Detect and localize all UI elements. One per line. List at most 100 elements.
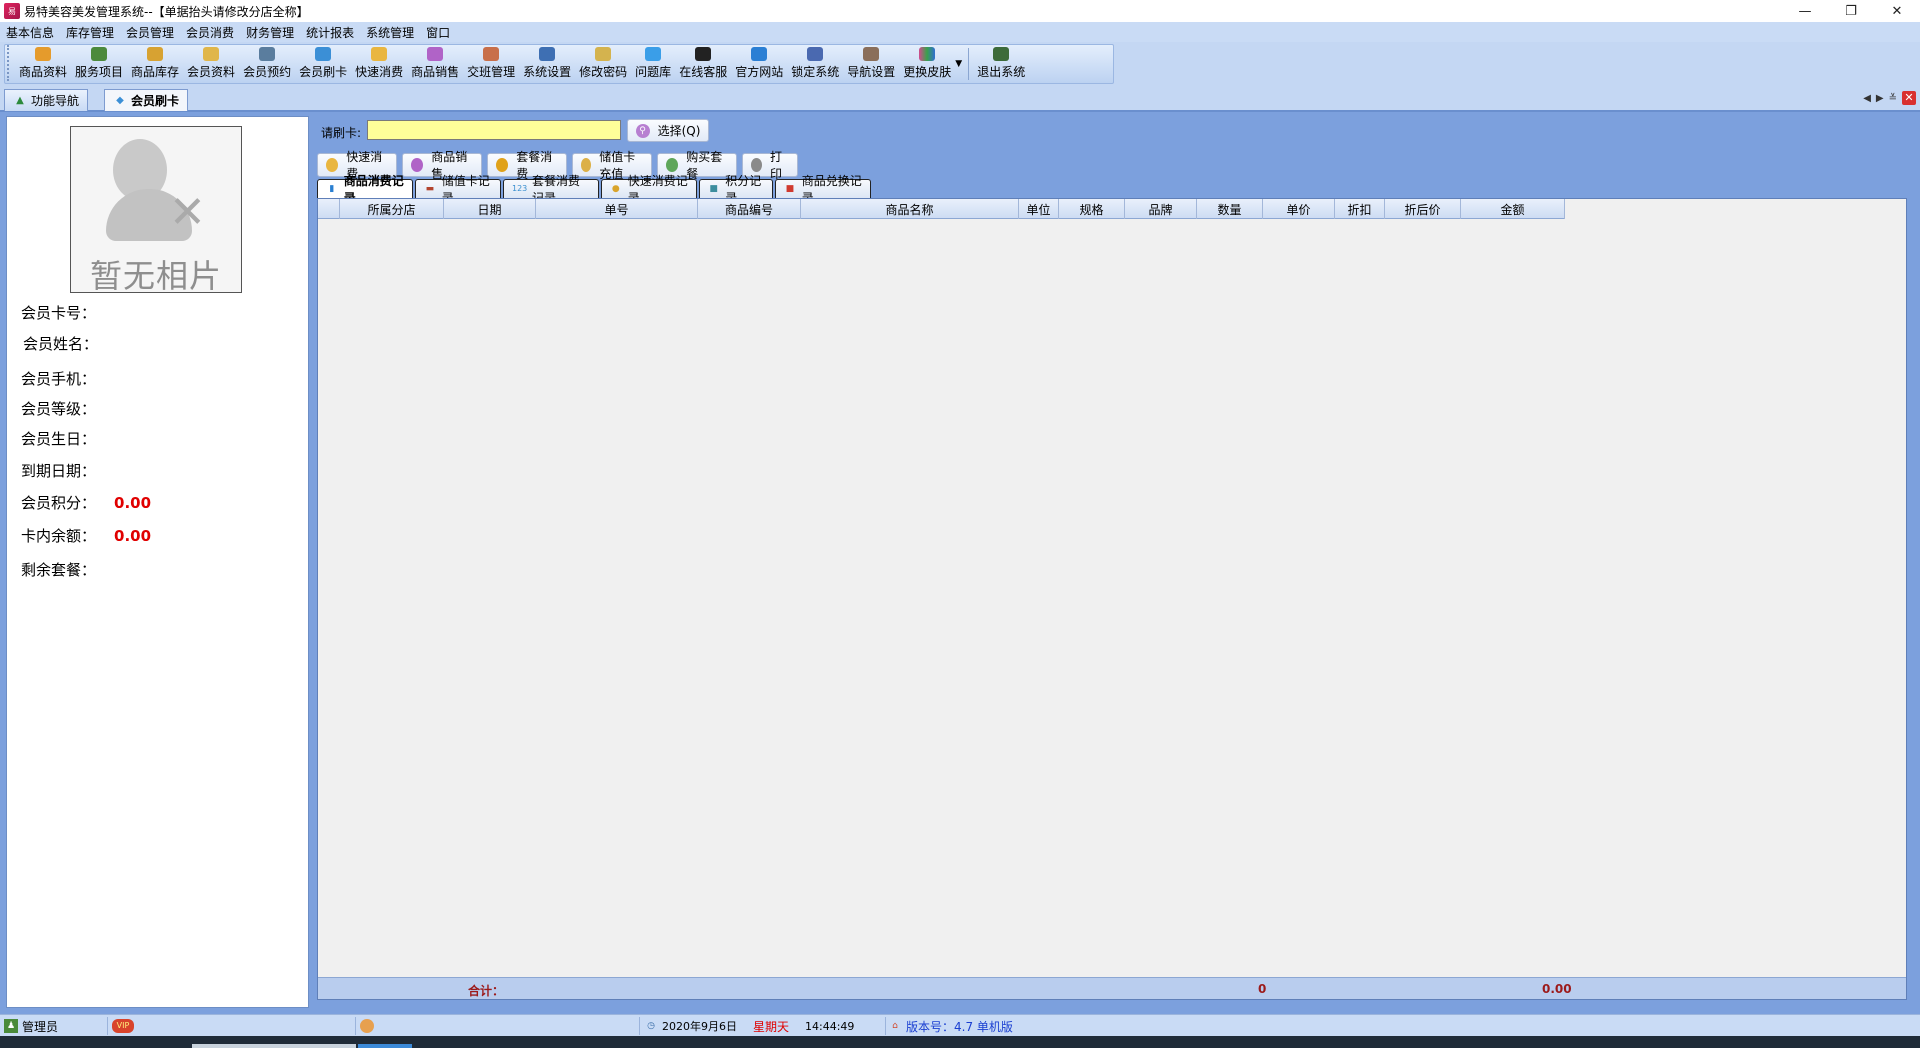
lock-monitor-icon [807, 47, 824, 61]
toolbar-faq-button[interactable]: 问题库 [631, 45, 675, 83]
tab-product-exchange-records[interactable]: ■商品兑换记录 [775, 174, 871, 205]
tab-scroll-right-icon[interactable]: ▶ [1876, 93, 1884, 104]
status-version-text: 版本号：4.7 单机版 [906, 1019, 1013, 1034]
member-name-row: 会员姓名： [23, 333, 116, 354]
toolbar-label: 商品库存 [131, 65, 180, 79]
toolbar-label: 系统设置 [523, 65, 572, 79]
field-label: 会员卡号： [21, 304, 97, 322]
app-logo-icon: 易 [4, 3, 20, 19]
close-button[interactable]: ✕ [1874, 0, 1920, 22]
button-label: 购买套餐 [686, 150, 723, 181]
toolbar-official-site-button[interactable]: 官方网站 [731, 45, 787, 83]
toolbar-label: 更换皮肤 [903, 65, 952, 79]
quick-consume-icon [326, 158, 339, 172]
skin-dropdown-arrow-icon[interactable]: ▼ [955, 59, 964, 83]
records-grid[interactable]: 所属分店 日期 单号 商品编号 商品名称 单位 规格 品牌 数量 单价 折扣 折… [317, 198, 1907, 1000]
grid-header-date[interactable]: 日期 [444, 199, 536, 219]
taskbar-item-active[interactable] [358, 1044, 412, 1048]
grid-header-unit[interactable]: 单位 [1019, 199, 1059, 219]
grid-header-branch[interactable]: 所属分店 [340, 199, 444, 219]
toolbar-product-stock-button[interactable]: 商品库存 [127, 45, 183, 83]
toolbar-shift-mgmt-button[interactable]: 交班管理 [463, 45, 519, 83]
member-card-no-row: 会员卡号： [21, 302, 114, 323]
nav-settings-icon [863, 47, 880, 61]
toolbar-product-sale-button[interactable]: 商品销售 [407, 45, 463, 83]
member-balance-value: 0.00 [114, 526, 152, 545]
no-photo-text: 暂无相片 [89, 257, 222, 295]
amount-total: 0.00 [1542, 982, 1572, 996]
grid-header-order-no[interactable]: 单号 [536, 199, 698, 219]
toolbar-product-info-button[interactable]: 商品资料 [15, 45, 71, 83]
settings-icon [539, 47, 556, 61]
toolbar-service-items-button[interactable]: 服务项目 [71, 45, 127, 83]
grid-header-spec[interactable]: 规格 [1059, 199, 1125, 219]
toolbar-label: 交班管理 [467, 65, 516, 79]
skin-palette-icon [919, 47, 936, 61]
toolbar-lock-system-button[interactable]: 锁定系统 [787, 45, 843, 83]
member-points-value: 0.00 [114, 493, 152, 512]
minimize-button[interactable]: — [1782, 0, 1828, 22]
toolbar-label: 修改密码 [579, 65, 628, 79]
grid-header-product-name[interactable]: 商品名称 [801, 199, 1019, 219]
quick-consume-icon [371, 47, 388, 61]
toolbar-label: 导航设置 [847, 65, 896, 79]
coin-icon [496, 158, 509, 172]
member-remaining-package-row: 剩余套餐： [21, 559, 114, 580]
grid-header-discount[interactable]: 折扣 [1335, 199, 1385, 219]
tab-quick-consume-records[interactable]: ●快速消费记录 [601, 174, 697, 205]
toolbar-member-info-button[interactable]: 会员资料 [183, 45, 239, 83]
card-swipe-icon [315, 47, 332, 61]
member-level-row: 会员等级： [21, 398, 114, 419]
menu-window[interactable]: 窗口 [420, 24, 456, 41]
menu-system[interactable]: 系统管理 [360, 24, 420, 41]
toolbar-grip[interactable] [7, 45, 13, 81]
menu-inventory[interactable]: 库存管理 [60, 24, 120, 41]
card-number-input[interactable] [367, 120, 621, 140]
grid-header-amount[interactable]: 金额 [1461, 199, 1565, 219]
tab-scroll-left-icon[interactable]: ◀ [1863, 93, 1871, 104]
card-swipe-label: 请刷卡: [321, 126, 362, 140]
field-label: 会员手机： [21, 370, 97, 388]
toolbar-member-booking-button[interactable]: 会员预约 [239, 45, 295, 83]
toolbar-label: 快速消费 [355, 65, 404, 79]
select-member-button[interactable]: ⚲ 选择(Q) [627, 119, 709, 142]
grid-header-indicator[interactable] [318, 199, 340, 219]
toolbar-card-swipe-button[interactable]: 会员刷卡 [295, 45, 351, 83]
tab-product-consume-records[interactable]: ▮商品消费记录 [317, 174, 413, 205]
tab-function-nav[interactable]: ▲ 功能导航 [4, 89, 89, 111]
tab-list-icon[interactable]: ≚ [1889, 93, 1897, 104]
service-list-icon [91, 47, 108, 61]
button-label: 打印 [770, 150, 783, 181]
grid-header-brand[interactable]: 品牌 [1125, 199, 1197, 219]
tab-member-card[interactable]: ◆ 会员刷卡 [104, 89, 189, 111]
menu-basic-info[interactable]: 基本信息 [0, 24, 60, 41]
toolbar-online-service-button[interactable]: 在线客服 [675, 45, 731, 83]
menu-member-mgmt[interactable]: 会员管理 [120, 24, 180, 41]
grid-header-unit-price[interactable]: 单价 [1263, 199, 1335, 219]
tab-package-consume-records[interactable]: 123套餐消费记录 [503, 174, 599, 205]
tab-label: 功能导航 [31, 94, 80, 108]
user-group-icon: ♟ [4, 1019, 18, 1033]
tab-points-records[interactable]: ■积分记录 [699, 174, 773, 205]
toolbar-system-settings-button[interactable]: 系统设置 [519, 45, 575, 83]
toolbar-exit-button[interactable]: 退出系统 [973, 45, 1029, 83]
close-tab-icon[interactable]: ✕ [1902, 91, 1916, 105]
status-contact [360, 1017, 640, 1035]
grid-header-quantity[interactable]: 数量 [1197, 199, 1263, 219]
toolbar-change-password-button[interactable]: 修改密码 [575, 45, 631, 83]
grid-header-product-code[interactable]: 商品编号 [698, 199, 801, 219]
tab-stored-card-records[interactable]: ▬储值卡记录 [415, 174, 501, 205]
toolbar-change-skin-button[interactable]: 更换皮肤 [899, 45, 955, 83]
status-version: ⌂ 版本号：4.7 单机版 [888, 1017, 1128, 1035]
toolbar-label: 服务项目 [75, 65, 124, 79]
grid-header-discount-price[interactable]: 折后价 [1385, 199, 1461, 219]
toolbar-quick-consume-button[interactable]: 快速消费 [351, 45, 407, 83]
status-date: 2020年9月6日 [662, 1020, 737, 1033]
menu-finance[interactable]: 财务管理 [240, 24, 300, 41]
toolbar-nav-settings-button[interactable]: 导航设置 [843, 45, 899, 83]
restore-button[interactable]: ❐ [1828, 0, 1874, 22]
menu-reports[interactable]: 统计报表 [300, 24, 360, 41]
menu-member-consume[interactable]: 会员消费 [180, 24, 240, 41]
grid-header: 所属分店 日期 单号 商品编号 商品名称 单位 规格 品牌 数量 单价 折扣 折… [318, 199, 1565, 219]
taskbar-item[interactable] [192, 1044, 356, 1048]
